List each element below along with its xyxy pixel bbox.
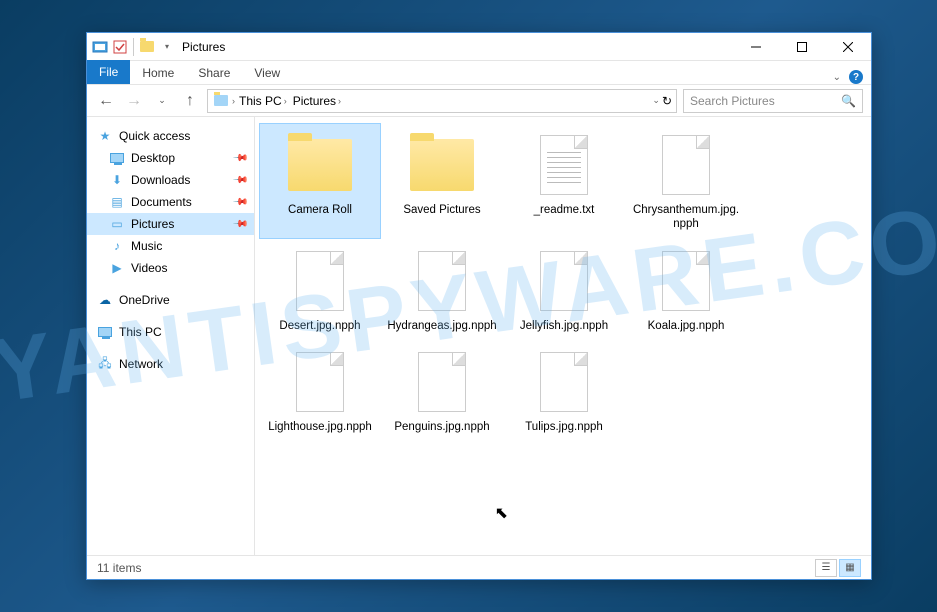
star-icon: ★ — [97, 128, 113, 144]
refresh-icon[interactable]: ↻ — [662, 94, 672, 108]
item-label: Jellyfish.jpg.npph — [520, 320, 608, 334]
pin-icon: 📌 — [231, 194, 248, 211]
documents-icon: ▤ — [109, 194, 125, 210]
breadcrumb-thispc[interactable]: This PC› — [237, 94, 289, 108]
item-label: Desert.jpg.npph — [279, 320, 360, 334]
file-icon — [285, 246, 355, 316]
view-details-button[interactable]: ☰ — [815, 559, 837, 577]
ribbon-tabs: File Home Share View ⌄ ? — [87, 61, 871, 85]
pc-icon — [97, 324, 113, 340]
search-placeholder: Search Pictures — [690, 94, 775, 108]
music-icon: ♪ — [109, 238, 125, 254]
file-icon — [651, 246, 721, 316]
file-item[interactable]: Camera Roll — [259, 123, 381, 239]
sidebar-thispc[interactable]: This PC — [87, 321, 254, 343]
address-box[interactable]: › This PC› Pictures› ⌄ ↻ — [207, 89, 677, 113]
item-label: Lighthouse.jpg.npph — [268, 421, 372, 435]
item-label: Chrysanthemum.jpg.npph — [630, 204, 742, 232]
window-title: Pictures — [182, 40, 225, 54]
file-icon — [651, 130, 721, 200]
file-item[interactable]: Jellyfish.jpg.npph — [503, 239, 625, 341]
qat-properties-icon[interactable] — [111, 38, 129, 56]
file-item[interactable]: Chrysanthemum.jpg.npph — [625, 123, 747, 239]
file-item[interactable]: Lighthouse.jpg.npph — [259, 340, 381, 442]
tab-view[interactable]: View — [242, 62, 292, 84]
recent-dropdown-icon[interactable]: ⌄ — [151, 90, 173, 112]
file-icon — [529, 347, 599, 417]
sidebar-quick-access[interactable]: ★ Quick access — [87, 125, 254, 147]
item-label: Saved Pictures — [403, 204, 480, 218]
file-item[interactable]: Saved Pictures — [381, 123, 503, 239]
file-item[interactable]: Desert.jpg.npph — [259, 239, 381, 341]
file-icon — [285, 347, 355, 417]
item-label: Hydrangeas.jpg.npph — [387, 320, 496, 334]
videos-icon: ▶ — [109, 260, 125, 276]
tab-home[interactable]: Home — [130, 62, 186, 84]
qat-dropdown-icon[interactable]: ▾ — [158, 38, 176, 56]
content-pane[interactable]: Camera Roll Saved Pictures _readme.txt Chry… — [255, 117, 871, 555]
item-label: Koala.jpg.npph — [648, 320, 725, 334]
maximize-button[interactable] — [779, 33, 825, 61]
sidebar-pictures[interactable]: ▭Pictures📌 — [87, 213, 254, 235]
downloads-icon: ⬇ — [109, 172, 125, 188]
ribbon-collapse-icon[interactable]: ⌄ — [833, 72, 841, 83]
file-item[interactable]: Koala.jpg.npph — [625, 239, 747, 341]
tab-file[interactable]: File — [87, 60, 130, 84]
search-input[interactable]: Search Pictures 🔍 — [683, 89, 863, 113]
item-label: Tulips.jpg.npph — [525, 421, 603, 435]
sidebar-network[interactable]: 🖧Network — [87, 353, 254, 375]
help-icon[interactable]: ? — [849, 70, 863, 84]
pin-icon: 📌 — [231, 172, 248, 189]
sidebar-desktop[interactable]: Desktop📌 — [87, 147, 254, 169]
file-item[interactable]: _readme.txt — [503, 123, 625, 239]
file-item[interactable]: Hydrangeas.jpg.npph — [381, 239, 503, 341]
breadcrumb-pictures[interactable]: Pictures› — [291, 94, 343, 108]
app-icon — [91, 38, 109, 56]
sidebar-music[interactable]: ♪Music — [87, 235, 254, 257]
sidebar-videos[interactable]: ▶Videos — [87, 257, 254, 279]
titlebar: ▾ Pictures — [87, 33, 871, 61]
qat-folder-icon[interactable] — [138, 38, 156, 56]
explorer-window: ▾ Pictures File Home Share View ⌄ ? ← → … — [86, 32, 872, 580]
tab-share[interactable]: Share — [186, 62, 242, 84]
desktop-icon — [109, 150, 125, 166]
sidebar-documents[interactable]: ▤Documents📌 — [87, 191, 254, 213]
search-icon: 🔍 — [841, 94, 856, 108]
sidebar-downloads[interactable]: ⬇Downloads📌 — [87, 169, 254, 191]
item-label: _readme.txt — [534, 204, 595, 218]
sidebar-onedrive[interactable]: ☁OneDrive — [87, 289, 254, 311]
text-file-icon — [529, 130, 599, 200]
navigation-pane: ★ Quick access Desktop📌 ⬇Downloads📌 ▤Doc… — [87, 117, 255, 555]
view-icons-button[interactable]: ▦ — [839, 559, 861, 577]
back-button[interactable]: ← — [95, 90, 117, 112]
folder-icon — [407, 130, 477, 200]
pin-icon: 📌 — [231, 150, 248, 167]
forward-button[interactable]: → — [123, 90, 145, 112]
folder-icon — [285, 130, 355, 200]
item-count: 11 items — [97, 561, 141, 575]
up-button[interactable]: ↑ — [179, 90, 201, 112]
pictures-icon: ▭ — [109, 216, 125, 232]
network-icon: 🖧 — [97, 356, 113, 372]
minimize-button[interactable] — [733, 33, 779, 61]
file-item[interactable]: Tulips.jpg.npph — [503, 340, 625, 442]
item-label: Penguins.jpg.npph — [394, 421, 489, 435]
statusbar: 11 items ☰ ▦ — [87, 555, 871, 579]
file-icon — [529, 246, 599, 316]
address-bar: ← → ⌄ ↑ › This PC› Pictures› ⌄ ↻ Search … — [87, 85, 871, 117]
cloud-icon: ☁ — [97, 292, 113, 308]
chevron-right-icon[interactable]: › — [232, 96, 235, 106]
item-label: Camera Roll — [288, 204, 352, 218]
file-icon — [407, 246, 477, 316]
location-folder-icon — [212, 92, 230, 110]
pin-icon: 📌 — [231, 216, 248, 233]
file-item[interactable]: Penguins.jpg.npph — [381, 340, 503, 442]
close-button[interactable] — [825, 33, 871, 61]
file-icon — [407, 347, 477, 417]
address-dropdown-icon[interactable]: ⌄ — [652, 95, 660, 106]
